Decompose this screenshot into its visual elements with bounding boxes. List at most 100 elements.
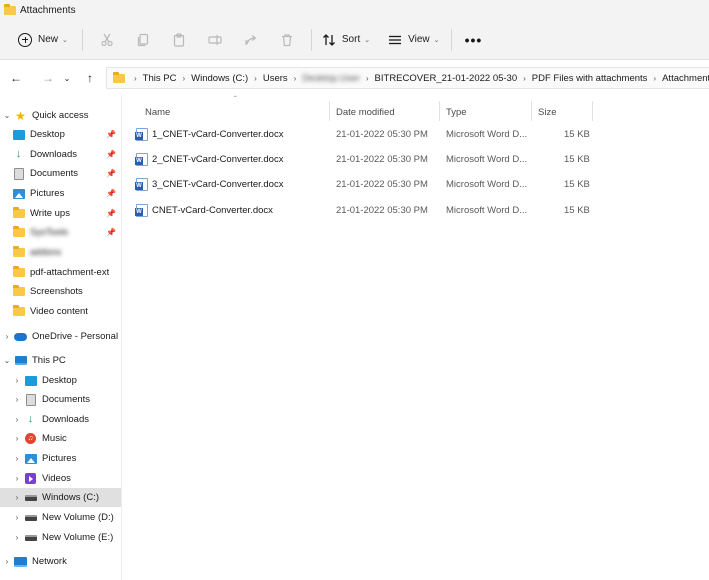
nav-network[interactable]: › Network bbox=[0, 552, 121, 571]
new-label: New bbox=[38, 34, 59, 45]
forward-button[interactable]: → bbox=[36, 66, 60, 90]
nav-pc-volume-d[interactable]: › New Volume (D:) bbox=[0, 508, 121, 527]
breadcrumb-this-pc[interactable]: This PC bbox=[140, 73, 180, 84]
chevron-right-icon: › bbox=[523, 73, 526, 83]
file-type: Microsoft Word D... bbox=[446, 205, 528, 216]
sort-button[interactable]: Sort ⌄ bbox=[316, 27, 376, 53]
back-button[interactable]: ← bbox=[4, 66, 28, 90]
column-date-modified[interactable]: Date modified bbox=[336, 103, 436, 121]
column-type[interactable]: Type bbox=[446, 103, 526, 121]
nav-quick-write-ups[interactable]: Write ups 📌 bbox=[0, 204, 121, 223]
trash-icon bbox=[281, 33, 292, 46]
chevron-right-icon[interactable]: › bbox=[10, 493, 24, 502]
rename-icon bbox=[208, 34, 222, 45]
nav-quick-access[interactable]: ⌄ ★ Quick access bbox=[0, 106, 121, 125]
breadcrumb-attachments[interactable]: Attachments bbox=[659, 73, 709, 84]
nav-pc-volume-e[interactable]: › New Volume (E:) bbox=[0, 528, 121, 547]
breadcrumb-windows-c[interactable]: Windows (C:) bbox=[188, 73, 251, 84]
chevron-down-icon: ⌄ bbox=[62, 36, 68, 44]
nav-pc-windows-c[interactable]: › Windows (C:) bbox=[0, 488, 121, 507]
paste-button[interactable] bbox=[161, 27, 197, 53]
view-button[interactable]: View ⌄ bbox=[382, 27, 445, 53]
nav-label: SysTools bbox=[30, 227, 69, 238]
chevron-right-icon[interactable]: › bbox=[10, 376, 24, 385]
desktop-icon bbox=[12, 129, 25, 140]
more-options-button[interactable]: ••• bbox=[458, 27, 488, 53]
chevron-right-icon[interactable]: › bbox=[0, 557, 14, 566]
nav-this-pc[interactable]: ⌄ This PC bbox=[0, 351, 121, 370]
arrow-left-icon: ← bbox=[10, 71, 22, 85]
share-button[interactable] bbox=[233, 27, 269, 53]
file-row[interactable]: 3_CNET-vCard-Converter.docx 21-01-2022 0… bbox=[132, 173, 597, 195]
nav-quick-screenshots[interactable]: Screenshots bbox=[0, 282, 121, 301]
nav-pc-desktop[interactable]: › Desktop bbox=[0, 371, 121, 390]
navigation-pane: ⌄ ★ Quick access Desktop 📌 ↓ Downloads 📌… bbox=[0, 95, 122, 580]
up-button[interactable]: ↑ bbox=[78, 66, 102, 90]
music-icon: ♫ bbox=[25, 433, 36, 444]
nav-quick-documents[interactable]: Documents 📌 bbox=[0, 164, 121, 183]
file-date: 21-01-2022 05:30 PM bbox=[336, 154, 428, 165]
file-name: 1_CNET-vCard-Converter.docx bbox=[152, 129, 284, 140]
chevron-right-icon[interactable]: › bbox=[10, 395, 24, 404]
chevron-down-icon[interactable]: ⌄ bbox=[0, 111, 14, 120]
column-divider[interactable] bbox=[531, 101, 532, 121]
folder-icon bbox=[4, 3, 16, 15]
breadcrumb-bitrecover[interactable]: BITRECOVER_21-01-2022 05-30 bbox=[372, 73, 521, 84]
chevron-right-icon[interactable]: › bbox=[10, 533, 24, 542]
chevron-right-icon[interactable]: › bbox=[10, 434, 24, 443]
nav-pc-documents[interactable]: › Documents bbox=[0, 390, 121, 409]
chevron-right-icon[interactable]: › bbox=[10, 474, 24, 483]
nav-label: Music bbox=[42, 433, 67, 444]
nav-label: Downloads bbox=[30, 149, 77, 160]
breadcrumb-users[interactable]: Users bbox=[260, 73, 291, 84]
nav-label: Screenshots bbox=[30, 286, 83, 297]
file-row[interactable]: CNET-vCard-Converter.docx 21-01-2022 05:… bbox=[132, 199, 597, 221]
new-button[interactable]: New ⌄ bbox=[14, 27, 72, 53]
chevron-right-icon: › bbox=[134, 73, 137, 83]
chevron-right-icon[interactable]: › bbox=[10, 513, 24, 522]
file-name: 3_CNET-vCard-Converter.docx bbox=[152, 179, 284, 190]
nav-pc-downloads[interactable]: › ↓ Downloads bbox=[0, 410, 121, 429]
nav-quick-desktop[interactable]: Desktop 📌 bbox=[0, 125, 121, 144]
chevron-right-icon[interactable]: › bbox=[10, 415, 24, 424]
nav-quick-pictures[interactable]: Pictures 📌 bbox=[0, 184, 121, 203]
file-row[interactable]: 2_CNET-vCard-Converter.docx 21-01-2022 0… bbox=[132, 148, 597, 170]
breadcrumb-user[interactable]: Desktop.User bbox=[299, 73, 363, 84]
folder-icon bbox=[12, 226, 25, 237]
arrow-up-icon: ↑ bbox=[87, 71, 93, 85]
nav-pc-music[interactable]: › ♫ Music bbox=[0, 429, 121, 448]
address-bar[interactable]: › This PC › Windows (C:) › Users › Deskt… bbox=[106, 67, 709, 89]
chevron-right-icon[interactable]: › bbox=[10, 454, 24, 463]
nav-pc-videos[interactable]: › Videos bbox=[0, 469, 121, 488]
document-icon bbox=[13, 167, 24, 180]
file-size: 15 KB bbox=[564, 154, 590, 165]
column-size[interactable]: Size bbox=[538, 103, 588, 121]
drive-icon bbox=[24, 534, 37, 541]
nav-pc-pictures[interactable]: › Pictures bbox=[0, 449, 121, 468]
nav-label: Documents bbox=[30, 168, 79, 179]
recent-locations-button[interactable]: ⌄ bbox=[60, 66, 74, 90]
nav-quick-blurred-1[interactable]: SysTools 📌 bbox=[0, 223, 121, 242]
nav-quick-video-content[interactable]: Video content bbox=[0, 302, 121, 321]
breadcrumb-pdf-files[interactable]: PDF Files with attachments bbox=[529, 73, 651, 84]
column-divider[interactable] bbox=[329, 101, 330, 121]
folder-icon bbox=[12, 246, 25, 257]
column-divider[interactable] bbox=[439, 101, 440, 121]
folder-icon bbox=[12, 266, 25, 277]
copy-button[interactable] bbox=[125, 27, 161, 53]
column-name[interactable]: Name bbox=[145, 103, 325, 121]
cut-button[interactable] bbox=[89, 27, 125, 53]
chevron-right-icon[interactable]: › bbox=[0, 332, 14, 341]
column-divider[interactable] bbox=[592, 101, 593, 121]
nav-onedrive[interactable]: › OneDrive - Personal bbox=[0, 327, 121, 346]
chevron-down-icon[interactable]: ⌄ bbox=[0, 356, 14, 365]
file-row[interactable]: 1_CNET-vCard-Converter.docx 21-01-2022 0… bbox=[132, 123, 597, 145]
cloud-icon bbox=[14, 332, 27, 341]
nav-quick-blurred-2[interactable]: addons bbox=[0, 243, 121, 262]
pin-icon: 📌 bbox=[106, 169, 116, 178]
nav-quick-pdf-attachment[interactable]: pdf-attachment-ext bbox=[0, 263, 121, 282]
nav-quick-downloads[interactable]: ↓ Downloads 📌 bbox=[0, 145, 121, 164]
rename-button[interactable] bbox=[197, 27, 233, 53]
nav-label: Network bbox=[32, 556, 67, 567]
delete-button[interactable] bbox=[269, 27, 305, 53]
